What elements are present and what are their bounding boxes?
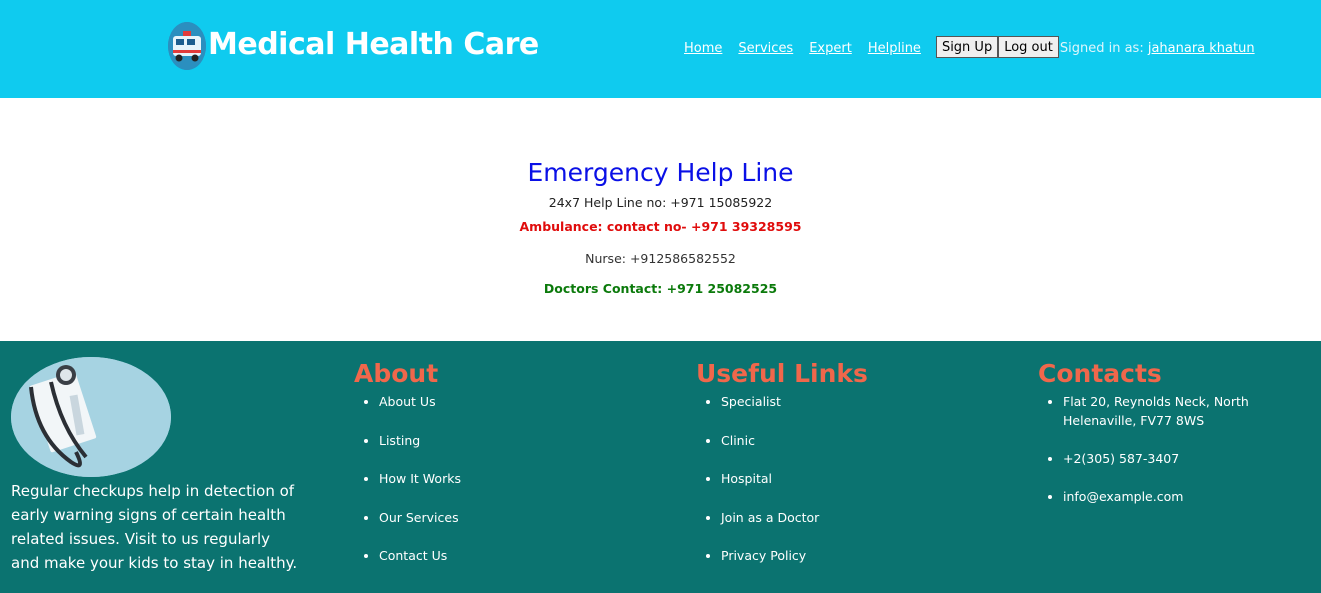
about-heading: About (354, 359, 439, 388)
footer-contacts-column: Contacts Flat 20, Reynolds Neck, North H… (1038, 359, 1318, 525)
contacts-heading: Contacts (1038, 359, 1162, 388)
emergency-section: Emergency Help Line 24x7 Help Line no: +… (0, 98, 1321, 341)
nurse-number: Nurse: +912586582552 (585, 251, 736, 266)
stethoscope-image (11, 357, 171, 477)
nav-helpline-link[interactable]: Helpline (868, 41, 921, 56)
log-out-button[interactable]: Log out (998, 36, 1059, 58)
nav-home-link[interactable]: Home (684, 41, 722, 56)
ambulance-number: Ambulance: contact no- +971 39328595 (519, 219, 802, 234)
list-item[interactable]: About Us (379, 392, 461, 411)
helpline-number: 24x7 Help Line no: +971 15085922 (548, 195, 773, 210)
footer-description: Regular checkups help in detection of ea… (11, 482, 298, 572)
user-name-link[interactable]: jahanara khatun (1148, 41, 1255, 56)
ambulance-icon[interactable] (168, 22, 206, 70)
signed-in-status: Signed in as: jahanara khatun (1060, 41, 1255, 56)
site-footer: Regular checkups help in detection of ea… (0, 341, 1321, 593)
site-header: Medical Health Care Home Services Expert… (0, 0, 1321, 98)
footer-useful-links-column: Useful Links Specialist Clinic Hospital … (696, 359, 868, 585)
signed-in-label: Signed in as: (1059, 40, 1144, 56)
list-item[interactable]: How It Works (379, 469, 461, 488)
nav-expert-link[interactable]: Expert (809, 41, 852, 56)
list-item[interactable]: Specialist (721, 392, 868, 411)
list-item[interactable]: Privacy Policy (721, 546, 868, 565)
nav-services-link[interactable]: Services (738, 41, 793, 56)
footer-about-column: About About Us Listing How It Works Our … (354, 359, 461, 585)
list-item[interactable]: Our Services (379, 508, 461, 527)
list-item[interactable]: Contact Us (379, 546, 461, 565)
list-item[interactable]: Join as a Doctor (721, 508, 868, 527)
sign-up-button[interactable]: Sign Up (935, 36, 999, 58)
contact-address: Flat 20, Reynolds Neck, North Helenavill… (1063, 392, 1318, 430)
list-item[interactable]: Hospital (721, 469, 868, 488)
contact-phone: +2(305) 587-3407 (1063, 449, 1318, 468)
list-item[interactable]: Clinic (721, 431, 868, 450)
main-nav: Home Services Expert Helpline Sign Up Lo… (684, 36, 1255, 58)
emergency-title: Emergency Help Line (527, 158, 794, 187)
contact-email: info@example.com (1063, 487, 1318, 506)
site-title: Medical Health Care (208, 27, 539, 62)
doctors-number: Doctors Contact: +971 25082525 (543, 281, 778, 296)
list-item[interactable]: Listing (379, 431, 461, 450)
useful-links-heading: Useful Links (696, 359, 868, 388)
